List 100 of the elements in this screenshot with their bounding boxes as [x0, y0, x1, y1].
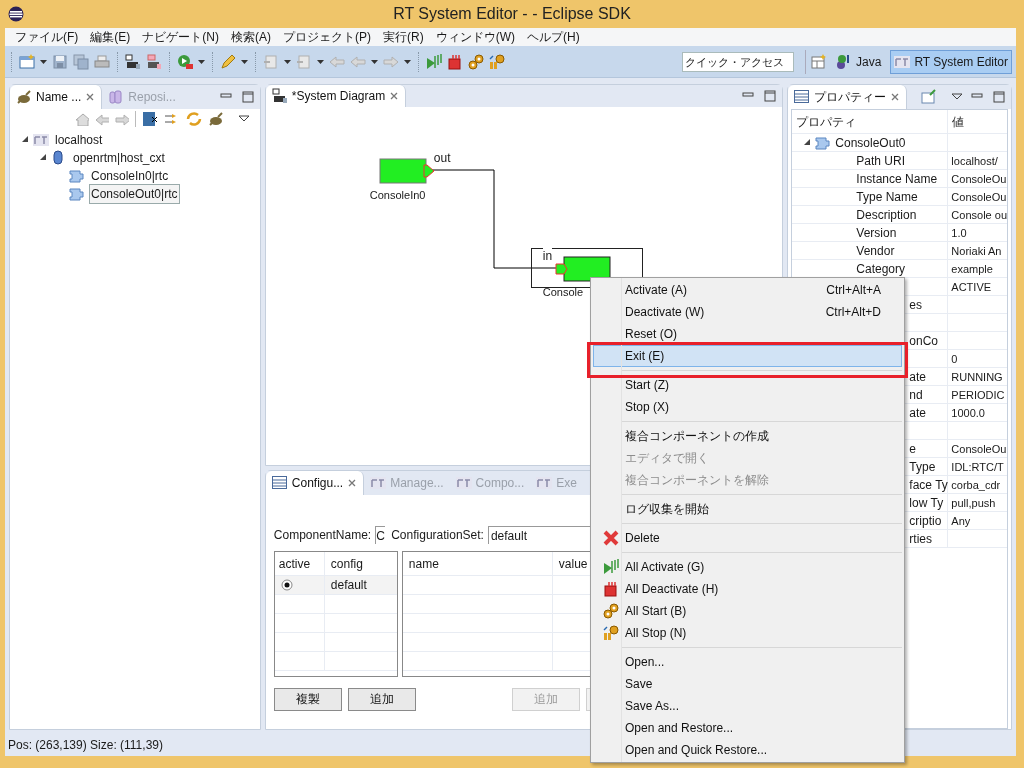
dropdown-caret-icon[interactable]	[40, 59, 47, 64]
tab[interactable]: プロパティー	[788, 85, 908, 109]
menu-item[interactable]: ヘルプ(H)	[521, 28, 586, 46]
menu-item[interactable]: ファイル(F)	[9, 28, 85, 46]
perspective-button[interactable]: RT System Editor	[890, 49, 1012, 74]
close-icon[interactable]	[389, 91, 400, 101]
repository-icon	[108, 89, 125, 105]
expand-arrow-icon[interactable]	[22, 136, 29, 144]
menu-item[interactable]: Save	[593, 673, 902, 695]
property-name: Category	[856, 260, 906, 278]
menu-item[interactable]: 複合コンポーネントの作成	[593, 425, 902, 447]
button[interactable]: 追加	[347, 687, 416, 711]
tab[interactable]: *System Diagram	[265, 85, 407, 107]
property-value: ConsoleOu	[951, 190, 1007, 203]
property-value: RUNNING	[951, 370, 1003, 383]
print-icon[interactable]	[94, 53, 110, 70]
tab[interactable]: Configu...	[265, 471, 365, 495]
close-icon[interactable]	[85, 92, 96, 102]
column-header[interactable]: active	[274, 552, 325, 575]
tab[interactable]: Name ...	[10, 85, 103, 109]
tree-item[interactable]: ConsoleOut0|rtc	[89, 184, 180, 204]
menu-item[interactable]: 実行(R)	[377, 28, 430, 46]
tree-item[interactable]: ConsoleIn0|rtc	[89, 166, 171, 186]
rt-logo-icon	[455, 477, 472, 489]
pin-icon[interactable]	[921, 89, 938, 105]
component-node[interactable]	[378, 158, 436, 184]
menu-item[interactable]: Reset (O)	[593, 323, 902, 345]
component-label: ConsoleIn0	[369, 188, 426, 203]
view-menu-icon[interactable]	[237, 115, 250, 123]
menu-item[interactable]: Start (Z)	[593, 374, 902, 396]
new-window-icon[interactable]	[19, 53, 35, 70]
host-icon	[33, 134, 49, 146]
maximize-icon[interactable]	[764, 90, 777, 102]
menu-item[interactable]: Activate (A) Ctrl+Alt+A	[593, 279, 902, 301]
menu-item[interactable]: Stop (X)	[593, 396, 902, 418]
menu-item[interactable]: Open and Quick Restore...	[593, 739, 902, 761]
expand-arrow-icon[interactable]	[40, 154, 47, 162]
property-value: IDL:RTC/T	[951, 460, 1004, 473]
perspective-button[interactable]: Java	[832, 49, 886, 74]
dropdown-caret-icon[interactable]	[371, 59, 378, 64]
menu-item[interactable]: All Stop (N)	[593, 622, 902, 644]
tree-item[interactable]: ConsoleOut0	[835, 133, 906, 152]
gears-stop-icon[interactable]	[489, 53, 505, 70]
menu-item[interactable]: ログ収集を開始	[593, 498, 902, 520]
delete-icon	[602, 530, 619, 546]
column-header[interactable]: config	[324, 552, 397, 575]
radio-button[interactable]	[280, 579, 293, 591]
column-header[interactable]: プロパティ	[792, 110, 949, 133]
property-name: face Ty	[909, 476, 948, 494]
menu-item[interactable]: ナビゲート(N)	[136, 28, 225, 46]
table-icon	[794, 89, 811, 105]
refresh-icon[interactable]	[185, 111, 202, 127]
dropdown-caret-icon[interactable]	[404, 59, 411, 64]
menu-item[interactable]: 編集(E)	[84, 28, 137, 46]
gears-stop-icon	[602, 625, 619, 641]
column-header[interactable]: name	[402, 552, 553, 575]
button[interactable]: 複製	[273, 687, 342, 711]
tree-item[interactable]: localhost	[53, 130, 105, 150]
table-icon	[271, 475, 288, 491]
maximize-icon[interactable]	[993, 91, 1005, 103]
pencil-icon[interactable]	[220, 53, 236, 70]
all-activate-icon[interactable]	[426, 53, 442, 70]
column-header[interactable]: 値	[948, 112, 1007, 131]
property-value: corba_cdr	[951, 478, 1001, 491]
save-icon[interactable]	[52, 53, 68, 70]
menu-item[interactable]: Open and Restore...	[593, 717, 902, 739]
component-icon	[69, 186, 85, 202]
expand-arrow-icon[interactable]	[804, 138, 812, 147]
menu-item[interactable]: 検索(A)	[225, 28, 277, 46]
menu-item[interactable]: Delete	[593, 527, 902, 549]
menu-item[interactable]: ウィンドウ(W)	[429, 28, 521, 46]
gears-icon[interactable]	[468, 53, 484, 70]
menu-item[interactable]: Open...	[593, 651, 902, 673]
menu-item[interactable]: Exit (E)	[593, 345, 902, 367]
quick-access-field[interactable]: クイック・アクセス	[682, 51, 795, 72]
property-value: Console ou	[951, 208, 1007, 221]
menu-item[interactable]: Deactivate (W) Ctrl+Alt+D	[593, 301, 902, 323]
menu-item[interactable]: All Activate (G)	[593, 556, 902, 578]
maximize-icon[interactable]	[241, 91, 254, 103]
run-icon[interactable]	[177, 53, 193, 70]
view-menu-icon[interactable]	[951, 93, 963, 101]
all-deactivate-icon[interactable]	[447, 53, 463, 70]
plug-icon[interactable]	[207, 111, 224, 127]
tree-item[interactable]: openrtm|host_cxt	[71, 148, 167, 168]
dropdown-caret-icon[interactable]	[241, 59, 248, 64]
menu-item[interactable]: All Deactivate (H)	[593, 578, 902, 600]
open-perspective-icon[interactable]	[811, 53, 828, 70]
close-icon[interactable]	[347, 478, 358, 488]
dropdown-caret-icon[interactable]	[284, 59, 291, 64]
dropdown-caret-icon[interactable]	[198, 59, 205, 64]
component-name-field[interactable]: C	[375, 526, 386, 544]
menu-item[interactable]: Save As...	[593, 695, 902, 717]
gears-icon	[602, 603, 619, 619]
close-icon[interactable]	[890, 92, 901, 102]
menu-item[interactable]: プロジェクト(P)	[277, 28, 377, 46]
component-node[interactable]	[554, 256, 612, 282]
property-value: ConsoleOu	[951, 442, 1007, 455]
dropdown-caret-icon[interactable]	[317, 59, 324, 64]
menu-item[interactable]: All Start (B)	[593, 600, 902, 622]
collapse-icon[interactable]	[141, 111, 158, 127]
